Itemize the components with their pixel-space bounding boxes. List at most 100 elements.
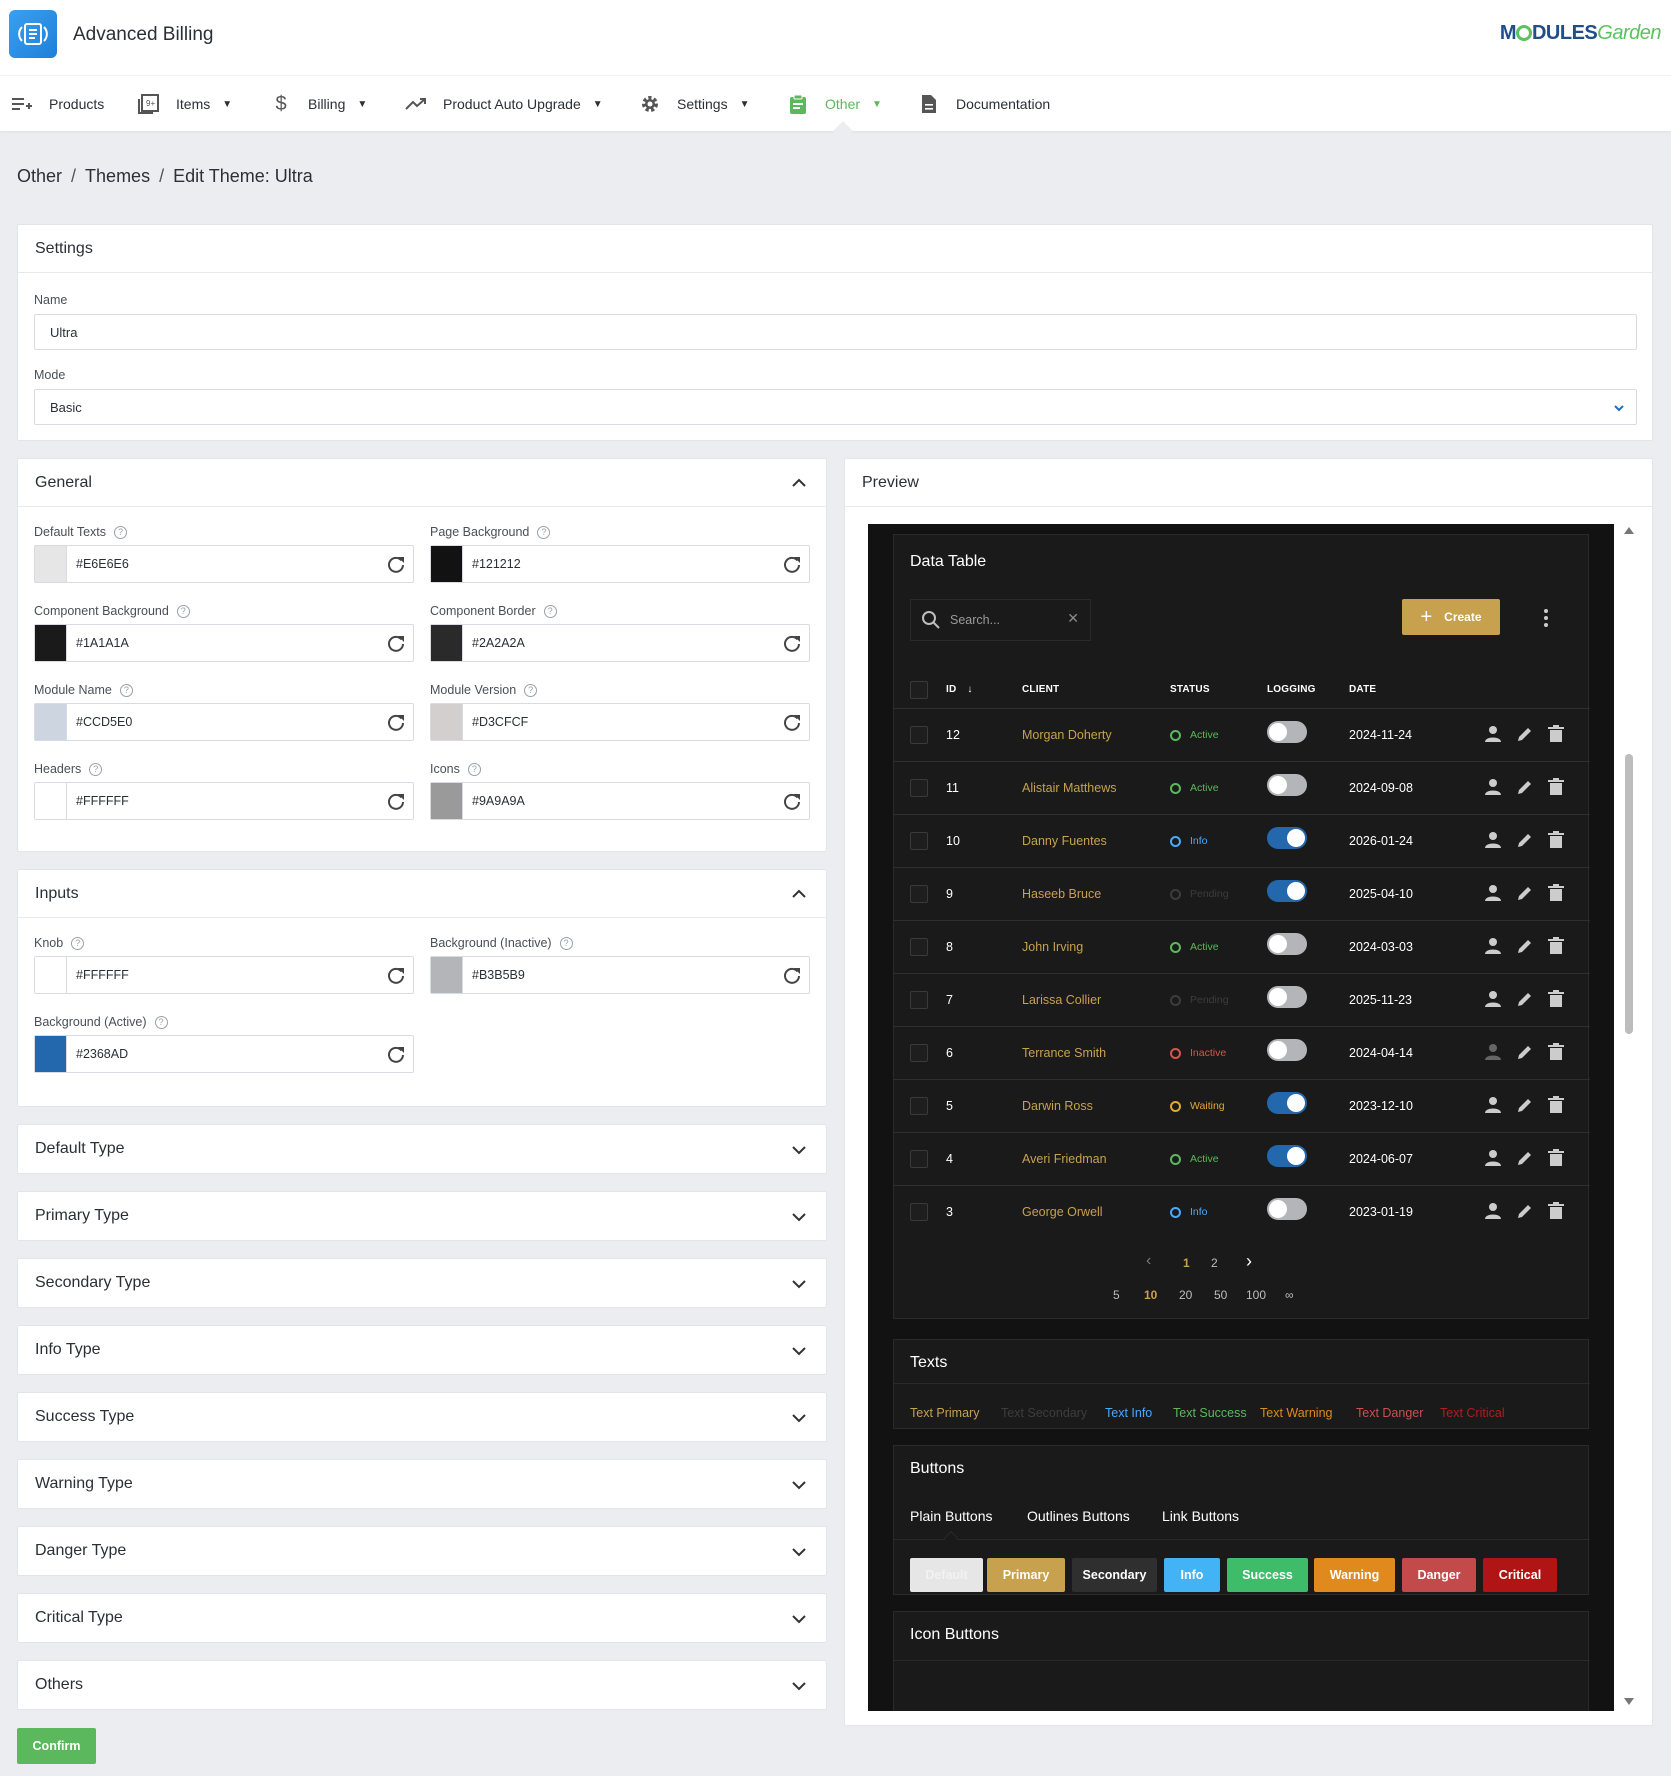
more-vert-icon[interactable] [1544, 609, 1548, 627]
section-info-type[interactable]: Info Type [17, 1325, 827, 1375]
name-input[interactable]: Ultra [34, 314, 1637, 350]
knob-color-input[interactable]: #FFFFFF [34, 956, 414, 994]
help-icon[interactable]: ? [176, 604, 190, 618]
tab-link-buttons[interactable]: Link Buttons [1162, 1508, 1239, 1524]
color-swatch[interactable] [35, 546, 67, 582]
color-swatch[interactable] [431, 546, 463, 582]
edit-icon[interactable] [1516, 778, 1534, 796]
help-icon[interactable]: ? [467, 762, 481, 776]
color-swatch[interactable] [35, 704, 67, 740]
logging-toggle[interactable] [1267, 774, 1307, 796]
page-background-color-input[interactable]: #121212 [430, 545, 810, 583]
col-date[interactable]: DATE [1349, 684, 1376, 695]
section-default-type[interactable]: Default Type [17, 1124, 827, 1174]
section-success-type[interactable]: Success Type [17, 1392, 827, 1442]
user-icon[interactable] [1484, 831, 1502, 849]
reset-button[interactable] [386, 1044, 413, 1064]
tab-plain-buttons[interactable]: Plain Buttons [910, 1508, 993, 1524]
row-checkbox[interactable] [910, 726, 928, 744]
reset-button[interactable] [386, 633, 413, 653]
row-checkbox[interactable] [910, 1044, 928, 1062]
row-client[interactable]: Larissa Collier [1022, 993, 1101, 1007]
search-input[interactable]: Search... ✕ [910, 599, 1091, 641]
logging-toggle[interactable] [1267, 1145, 1307, 1167]
trash-icon[interactable] [1548, 884, 1564, 902]
row-checkbox[interactable] [910, 1150, 928, 1168]
reset-button[interactable] [782, 791, 809, 811]
help-icon[interactable]: ? [154, 1015, 168, 1029]
background-active-color-input[interactable]: #2368AD [34, 1035, 414, 1073]
color-swatch[interactable] [431, 625, 463, 661]
edit-icon[interactable] [1516, 1202, 1534, 1220]
edit-icon[interactable] [1516, 990, 1534, 1008]
help-icon[interactable]: ? [524, 683, 538, 697]
help-icon[interactable]: ? [543, 604, 557, 618]
default-texts-color-input[interactable]: #E6E6E6 [34, 545, 414, 583]
logging-toggle[interactable] [1267, 986, 1307, 1008]
logging-toggle[interactable] [1267, 827, 1307, 849]
nav-items[interactable]: 9+ Items ▼ [138, 76, 232, 132]
component-background-color-input[interactable]: #1A1A1A [34, 624, 414, 662]
table-row[interactable]: 12 Morgan Doherty Active 2024-11-24 [894, 708, 1590, 761]
trash-icon[interactable] [1548, 937, 1564, 955]
user-icon[interactable] [1484, 1043, 1502, 1061]
logging-toggle[interactable] [1267, 721, 1307, 743]
user-icon[interactable] [1484, 1202, 1502, 1220]
preview-button-success[interactable]: Success [1227, 1558, 1308, 1592]
trash-icon[interactable] [1548, 725, 1564, 743]
row-checkbox[interactable] [910, 938, 928, 956]
trash-icon[interactable] [1548, 1096, 1564, 1114]
color-swatch[interactable] [35, 625, 67, 661]
section-secondary-type[interactable]: Secondary Type [17, 1258, 827, 1308]
page-size-4[interactable]: 100 [1246, 1288, 1266, 1302]
table-row[interactable]: 7 Larissa Collier Pending 2025-11-23 [894, 973, 1590, 1026]
chevron-up-icon[interactable] [790, 885, 808, 903]
scroll-up-icon[interactable] [1624, 527, 1634, 534]
edit-icon[interactable] [1516, 725, 1534, 743]
row-checkbox[interactable] [910, 1203, 928, 1221]
col-id[interactable]: ID ↓ [946, 684, 973, 695]
section-others[interactable]: Others [17, 1660, 827, 1710]
table-row[interactable]: 10 Danny Fuentes Info 2026-01-24 [894, 814, 1590, 867]
table-row[interactable]: 4 Averi Friedman Active 2024-06-07 [894, 1132, 1590, 1185]
row-client[interactable]: Averi Friedman [1022, 1152, 1107, 1166]
logging-toggle[interactable] [1267, 880, 1307, 902]
clear-search-icon[interactable]: ✕ [1067, 610, 1079, 627]
help-icon[interactable]: ? [559, 936, 573, 950]
row-checkbox[interactable] [910, 832, 928, 850]
page-size-2[interactable]: 20 [1179, 1288, 1192, 1302]
nav-documentation[interactable]: Documentation [918, 76, 1050, 132]
reset-button[interactable] [782, 965, 809, 985]
table-row[interactable]: 8 John Irving Active 2024-03-03 [894, 920, 1590, 973]
user-icon[interactable] [1484, 1096, 1502, 1114]
preview-scrollbar[interactable] [1622, 524, 1636, 1711]
table-row[interactable]: 11 Alistair Matthews Active 2024-09-08 [894, 761, 1590, 814]
component-border-color-input[interactable]: #2A2A2A [430, 624, 810, 662]
preview-button-primary[interactable]: Primary [987, 1558, 1065, 1592]
reset-button[interactable] [386, 554, 413, 574]
nav-billing[interactable]: $ Billing ▼ [270, 76, 367, 132]
row-client[interactable]: Terrance Smith [1022, 1046, 1106, 1060]
col-logging[interactable]: LOGGING [1267, 684, 1316, 695]
modulesgarden-logo[interactable]: M DULESGarden [1500, 22, 1662, 45]
table-row[interactable]: 9 Haseeb Bruce Pending 2025-04-10 [894, 867, 1590, 920]
user-icon[interactable] [1484, 884, 1502, 902]
color-swatch[interactable] [35, 957, 67, 993]
logging-toggle[interactable] [1267, 933, 1307, 955]
preview-button-critical[interactable]: Critical [1483, 1558, 1557, 1592]
page-size-5[interactable]: ∞ [1285, 1288, 1294, 1302]
tab-outline-buttons[interactable]: Outlines Buttons [1027, 1508, 1130, 1524]
row-checkbox[interactable] [910, 991, 928, 1009]
page-size-1[interactable]: 10 [1144, 1288, 1157, 1302]
row-client[interactable]: Danny Fuentes [1022, 834, 1107, 848]
color-swatch[interactable] [431, 783, 463, 819]
reset-button[interactable] [386, 791, 413, 811]
preview-button-warning[interactable]: Warning [1314, 1558, 1395, 1592]
reset-button[interactable] [386, 712, 413, 732]
help-icon[interactable]: ? [89, 762, 103, 776]
reset-button[interactable] [386, 965, 413, 985]
page-size-3[interactable]: 50 [1214, 1288, 1227, 1302]
table-row[interactable]: 5 Darwin Ross Waiting 2023-12-10 [894, 1079, 1590, 1132]
row-checkbox[interactable] [910, 885, 928, 903]
preview-button-info[interactable]: Info [1164, 1558, 1220, 1592]
